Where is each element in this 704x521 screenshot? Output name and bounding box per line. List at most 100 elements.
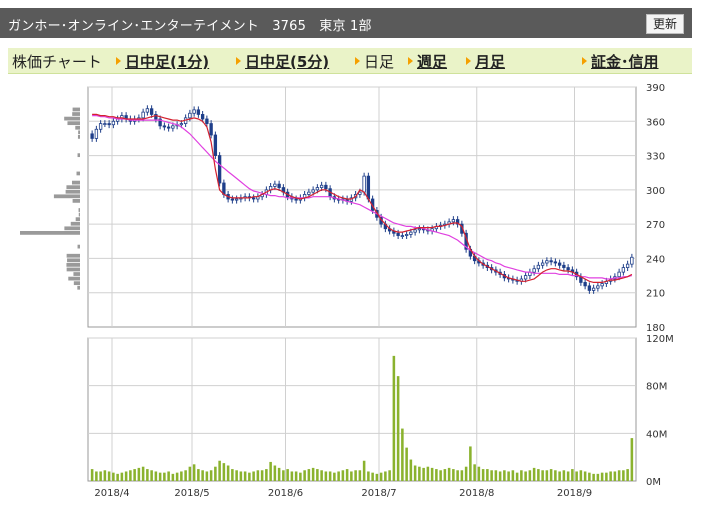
candle-body xyxy=(630,256,634,265)
volume-bar xyxy=(439,470,442,481)
candle-body xyxy=(617,271,621,278)
arrow-right-icon xyxy=(582,57,587,65)
volume-bar xyxy=(290,471,294,481)
nav-monthly[interactable]: 月足 xyxy=(466,51,505,72)
volume-tick-label: 40M xyxy=(646,429,667,440)
volume-bar xyxy=(209,470,213,481)
volume-bar xyxy=(566,471,570,481)
candle-body xyxy=(234,198,239,201)
refresh-button[interactable]: 更新 xyxy=(645,14,684,34)
nav-intraday-1m-label: 日中足(1分) xyxy=(125,53,210,71)
nav-weekly[interactable]: 週足 xyxy=(408,51,447,72)
x-tick-label: 2018/8 xyxy=(459,488,494,499)
arrow-right-icon xyxy=(355,57,360,65)
stock-chart: 2018/4 2018/5 2018/6 2018/7 2018/8 2018/9 210 2… xyxy=(20,83,674,499)
volume-bar xyxy=(294,471,298,481)
candle-body xyxy=(625,263,630,268)
nav-daily-label: 日足 xyxy=(364,53,395,71)
price-tick-label: 180 xyxy=(646,323,665,334)
volume-profile-bar xyxy=(64,226,80,231)
volume-bar xyxy=(600,472,604,481)
volume-profile-bar xyxy=(67,121,80,126)
volume-bar xyxy=(579,470,583,481)
volume-bar xyxy=(235,470,238,481)
arrow-right-icon xyxy=(466,57,471,65)
volume-profile-bar xyxy=(77,153,80,158)
volume-bar xyxy=(443,469,447,481)
candle-body xyxy=(553,261,558,264)
candle-body xyxy=(213,134,218,156)
candle-body xyxy=(404,234,409,236)
volume-profile-bar xyxy=(78,130,80,135)
volume-bar xyxy=(316,469,319,481)
volume-bar xyxy=(260,470,264,481)
volume-bar xyxy=(184,470,187,481)
volume-bar xyxy=(192,464,196,481)
volume-bar xyxy=(150,470,153,481)
volume-bar xyxy=(494,470,498,481)
volume-bar xyxy=(137,467,141,481)
candle-body xyxy=(540,262,545,266)
volume-profile-bar xyxy=(70,221,80,226)
nav-intraday-1m[interactable]: 日中足(1分) xyxy=(116,51,209,72)
volume-bar xyxy=(337,471,340,481)
volume-bar xyxy=(562,470,566,481)
candle-body xyxy=(413,229,417,233)
volume-bar xyxy=(180,471,183,481)
candle-body xyxy=(451,219,456,223)
volume-profile-bar xyxy=(73,281,80,286)
nav-margin[interactable]: 証金･信用 xyxy=(582,51,659,72)
volume-bar xyxy=(388,470,391,481)
volume-profile-bar xyxy=(76,171,80,176)
volume-profile-bar xyxy=(20,231,80,235)
volume-bar xyxy=(477,466,481,481)
candle-body xyxy=(103,123,107,125)
volume-bar xyxy=(163,472,166,481)
volume-bar xyxy=(248,472,251,481)
volume-bar xyxy=(583,471,587,481)
volume-profile-bar xyxy=(53,194,80,199)
volume-bar xyxy=(107,471,111,481)
x-tick-label: 2018/5 xyxy=(174,488,209,499)
volume-profile-bar xyxy=(75,125,80,130)
volume-profile-bar xyxy=(65,189,80,194)
volume-bar xyxy=(558,471,561,481)
volume-bar xyxy=(116,473,119,481)
candle-body xyxy=(251,197,256,200)
volume-bar xyxy=(622,470,625,481)
volume-bar xyxy=(409,459,413,481)
volume-bar xyxy=(231,469,234,481)
candle-body xyxy=(366,175,371,200)
volume-bar xyxy=(375,473,379,481)
volume-bar xyxy=(103,470,107,481)
candle-body xyxy=(307,191,311,195)
nav-intraday-5m[interactable]: 日中足(5分) xyxy=(236,51,329,72)
volume-bar xyxy=(286,469,289,481)
candle-body xyxy=(600,283,604,287)
volume-bar xyxy=(549,469,553,481)
volume-bar xyxy=(175,472,179,481)
candle-body xyxy=(294,198,298,201)
x-tick-label: 2018/7 xyxy=(361,488,396,499)
volume-bar xyxy=(379,472,383,481)
volume-bar xyxy=(129,470,132,481)
volume-profile-bar xyxy=(77,285,80,290)
candle-body xyxy=(557,262,562,266)
candle-body xyxy=(396,232,400,236)
volume-bar xyxy=(141,466,145,481)
candle-body xyxy=(171,125,175,129)
volume-bar xyxy=(197,469,200,481)
volume-profile-bar xyxy=(77,244,80,249)
nav-weekly-label: 週足 xyxy=(417,53,448,71)
volume-bar xyxy=(367,471,370,481)
volume-bar xyxy=(333,472,336,481)
volume-bar xyxy=(592,473,595,481)
candle-body xyxy=(209,123,213,136)
volume-profile-bar xyxy=(73,272,80,276)
title-bar: ガンホー･オンライン･エンターテイメント 3765 東京 1部 更新 xyxy=(0,8,692,38)
candle-body xyxy=(545,260,549,264)
volume-bar xyxy=(503,470,506,481)
volume-bar xyxy=(277,467,281,481)
volume-bar xyxy=(154,471,158,481)
volume-bar xyxy=(358,470,362,481)
